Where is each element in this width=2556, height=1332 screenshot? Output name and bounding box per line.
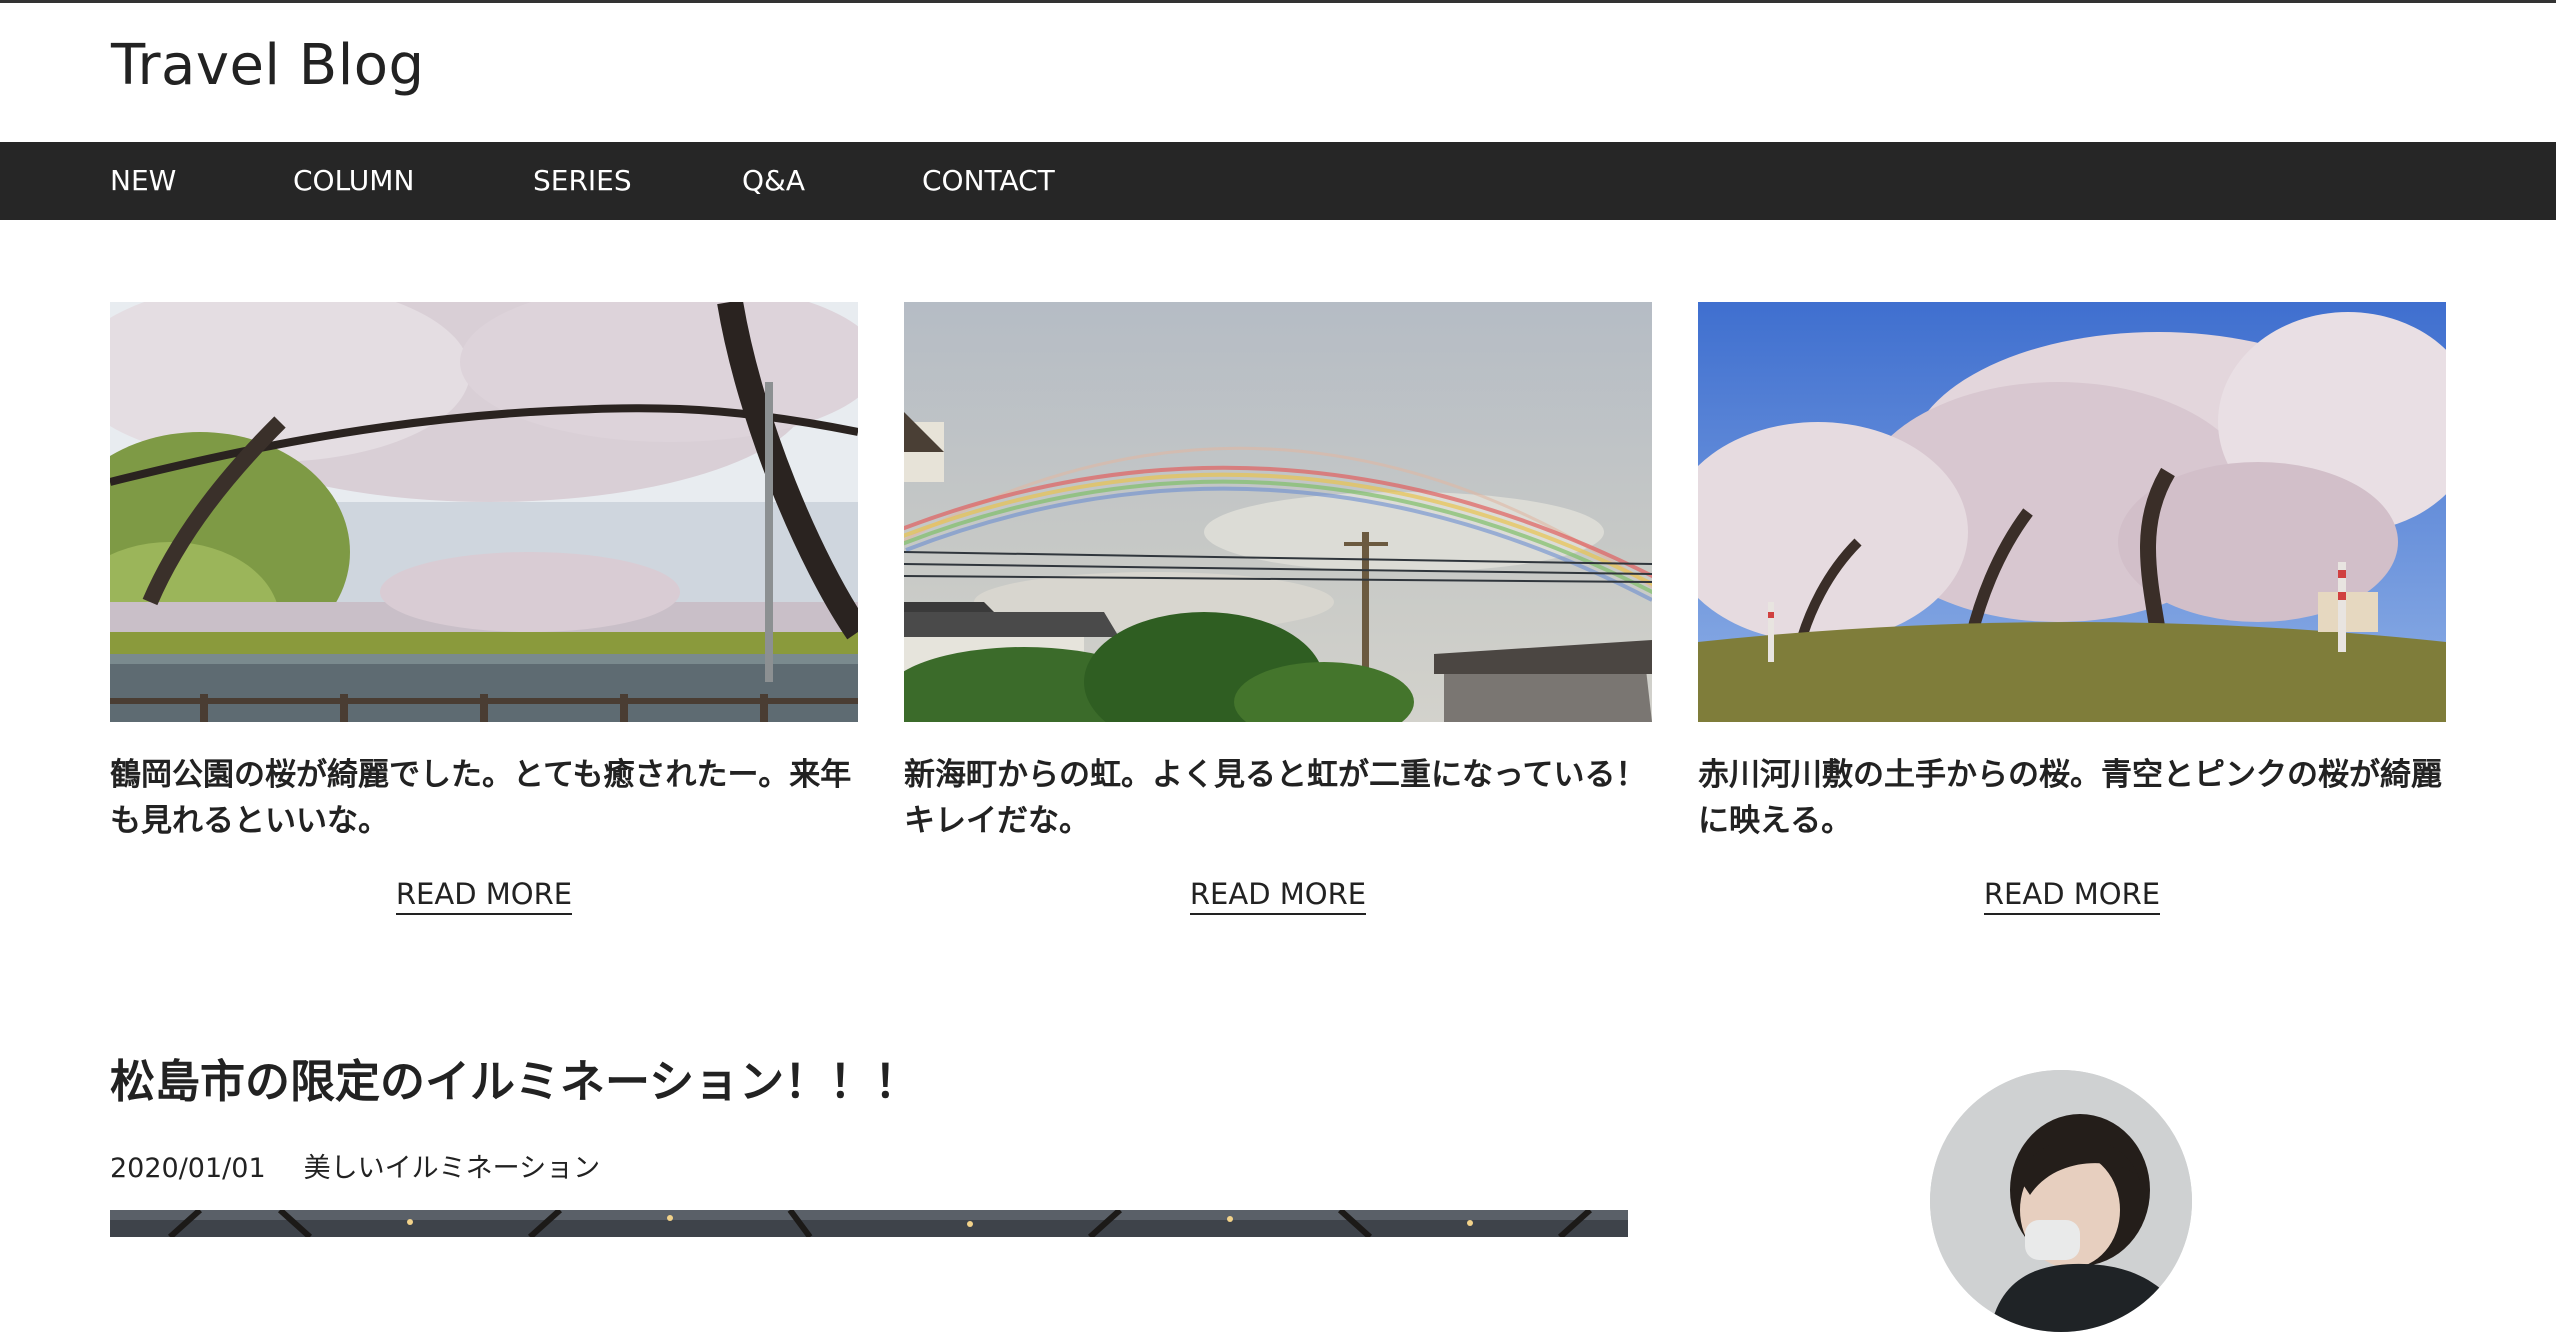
illumination-photo[interactable] — [110, 1210, 1628, 1237]
nav-item-new[interactable]: NEW — [110, 164, 176, 198]
post-card-title[interactable]: 鶴岡公園の桜が綺麗でした。とても癒されたー。来年も見れるといいな。 — [110, 752, 858, 844]
post-card-title[interactable]: 新海町からの虹。よく見ると虹が二重になっている！キレイだな。 — [904, 752, 1652, 844]
post-meta: 2020/01/01 美しいイルミネーション — [110, 1152, 600, 1186]
main-nav: NEW COLUMN SERIES Q&A CONTACT — [0, 142, 2556, 220]
nav-item-qa[interactable]: Q&A — [742, 164, 805, 198]
nav-item-contact[interactable]: CONTACT — [922, 164, 1055, 198]
post-card-title[interactable]: 赤川河川敷の土手からの桜。青空とピンクの桜が綺麗に映える。 — [1698, 752, 2446, 844]
double-rainbow-photo[interactable] — [904, 302, 1652, 722]
post-category[interactable]: 美しいイルミネーション — [304, 1153, 600, 1184]
nav-item-series[interactable]: SERIES — [533, 164, 632, 198]
riverbank-cherry-trees-photo[interactable] — [1698, 302, 2446, 722]
author-avatar-photo[interactable] — [1930, 1070, 2192, 1332]
read-more-link: READ MORE — [110, 876, 858, 915]
site-header: Travel Blog — [0, 3, 2556, 142]
read-more-button[interactable]: READ MORE — [1983, 877, 2161, 915]
site-title[interactable]: Travel Blog — [111, 33, 425, 98]
read-more-button[interactable]: READ MORE — [395, 877, 573, 915]
nav-item-column[interactable]: COLUMN — [293, 164, 414, 198]
featured-post-title[interactable]: 松島市の限定のイルミネーション！！！ — [110, 1052, 919, 1112]
cherry-blossom-park-photo[interactable] — [110, 302, 858, 722]
read-more-link: READ MORE — [904, 876, 1652, 915]
read-more-link: READ MORE — [1698, 876, 2446, 915]
read-more-button[interactable]: READ MORE — [1189, 877, 1367, 915]
post-date: 2020/01/01 — [110, 1153, 266, 1184]
